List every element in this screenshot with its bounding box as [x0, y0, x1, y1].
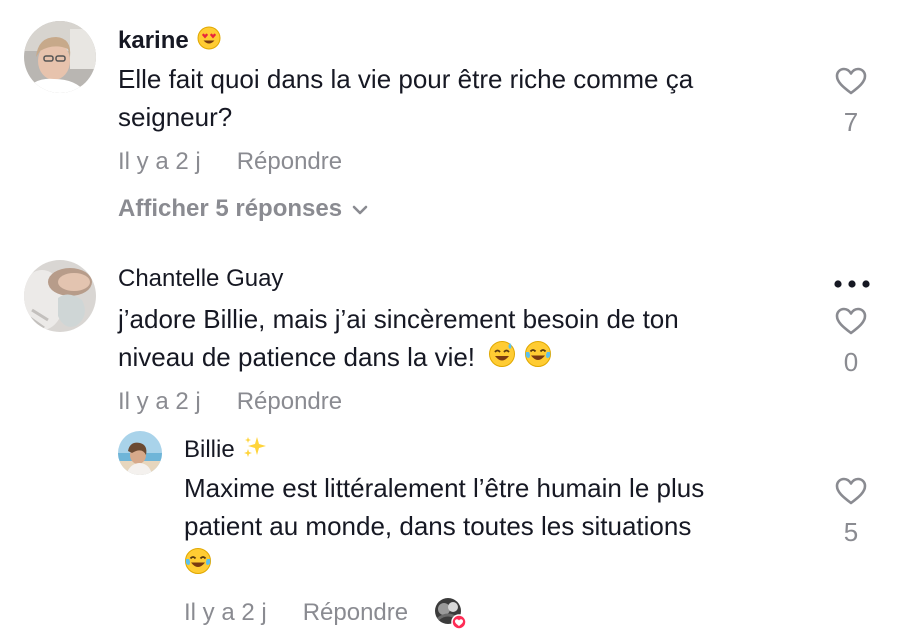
avatar-karine[interactable]	[24, 21, 96, 93]
joy-emoji-icon	[524, 340, 552, 378]
sparkles-emoji-icon	[243, 435, 267, 464]
reply-button[interactable]: Répondre	[237, 388, 342, 415]
comment-timestamp: Il y a 2 j	[118, 388, 201, 415]
view-replies-label: Afficher 5 réponses	[118, 195, 343, 222]
reply-button[interactable]: Répondre	[237, 148, 342, 175]
like-count: 0	[843, 347, 859, 377]
comment-username[interactable]: karine	[118, 27, 189, 55]
avatar-chantelle-guay[interactable]	[24, 260, 96, 332]
like-heart-icon[interactable]	[834, 306, 868, 341]
reply-text-line: patient au monde, dans toutes les situat…	[184, 511, 692, 541]
like-count: 5	[843, 517, 859, 547]
view-replies-button[interactable]: Afficher 5 réponses	[118, 195, 368, 223]
comment-text-line: Elle fait quoi dans la vie pour être ric…	[118, 64, 694, 94]
like-count: 7	[843, 107, 859, 137]
joy-emoji-icon	[184, 547, 212, 585]
comment-text-line: seigneur?	[118, 102, 233, 132]
heart-eyes-emoji-icon	[197, 26, 221, 55]
comment-timestamp: Il y a 2 j	[118, 148, 201, 175]
comment-username[interactable]: Chantelle Guay	[118, 265, 283, 292]
avatar-billie[interactable]	[118, 431, 162, 475]
more-options-ellipsis-icon[interactable]	[832, 277, 872, 289]
reply-timestamp: Il y a 2 j	[184, 599, 267, 626]
sweat-smile-emoji-icon	[488, 340, 516, 378]
comment-text-line: niveau de patience dans la vie!	[118, 342, 476, 372]
comment-text-line: j’adore Billie, mais j’ai sincèrement be…	[118, 304, 679, 334]
reply-button[interactable]: Répondre	[303, 599, 408, 627]
like-heart-icon[interactable]	[834, 66, 868, 101]
reply-username[interactable]: Billie	[184, 436, 235, 464]
creator-liked-avatar-icon	[434, 597, 467, 630]
chevron-down-icon	[352, 195, 368, 223]
reply-text-line: Maxime est littéralement l’être humain l…	[184, 473, 705, 503]
like-heart-icon[interactable]	[834, 476, 868, 511]
